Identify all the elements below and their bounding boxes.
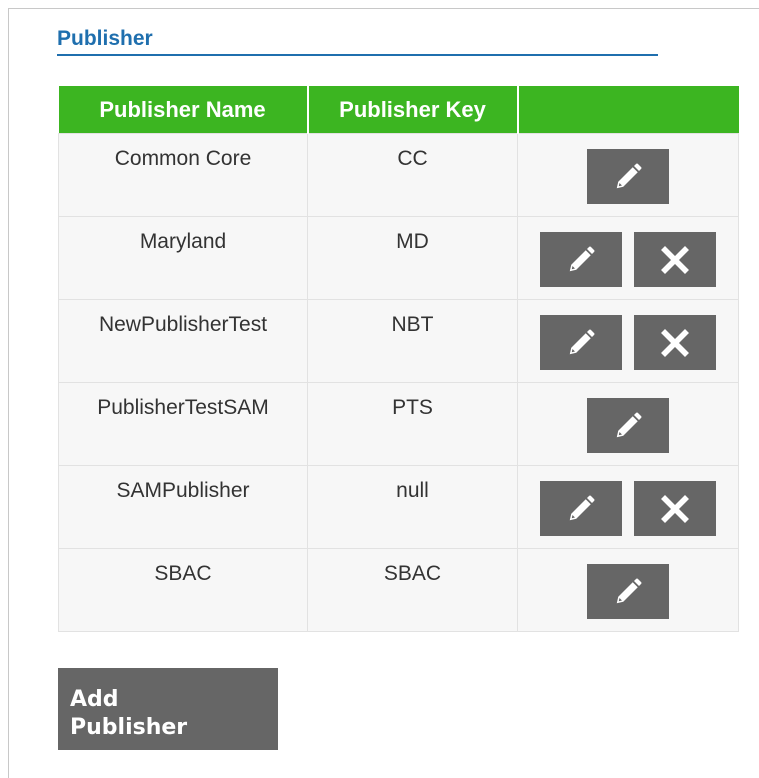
publisher-key: CC xyxy=(397,147,428,170)
table-row: SBAC SBAC xyxy=(58,548,739,632)
publisher-key: SBAC xyxy=(383,562,442,585)
publisher-name-cell: SAMPublisher xyxy=(58,465,308,549)
publisher-key-cell: SBAC xyxy=(307,548,518,632)
column-header-publisher-key: Publisher Key xyxy=(307,86,519,134)
publisher-name-cell: NewPublisherTest xyxy=(58,299,308,383)
edit-button[interactable] xyxy=(587,149,669,204)
publisher-name: Maryland xyxy=(139,230,227,253)
actions-cell xyxy=(517,133,739,217)
publisher-key: null xyxy=(396,479,429,502)
publisher-key-cell: PTS xyxy=(307,382,518,466)
actions-cell xyxy=(517,548,739,632)
table-row: Maryland MD xyxy=(58,216,739,300)
close-icon xyxy=(661,328,689,357)
column-header-publisher-name: Publisher Name xyxy=(58,86,309,134)
table-row: PublisherTestSAM PTS xyxy=(58,382,739,466)
edit-button[interactable] xyxy=(587,564,669,619)
close-icon xyxy=(661,494,689,523)
section-title: Publisher xyxy=(57,26,658,56)
column-header-actions xyxy=(517,86,739,134)
publisher-name-cell: SBAC xyxy=(58,548,308,632)
publisher-key-cell: null xyxy=(307,465,518,549)
delete-button[interactable] xyxy=(634,232,716,287)
pencil-icon xyxy=(616,412,642,437)
actions-cell xyxy=(517,299,739,383)
pencil-icon xyxy=(569,246,595,271)
publisher-name: SBAC xyxy=(154,562,212,585)
delete-button[interactable] xyxy=(634,481,716,536)
actions-cell xyxy=(517,382,739,466)
publisher-name: Common Core xyxy=(114,147,252,170)
close-icon xyxy=(661,245,689,274)
edit-button[interactable] xyxy=(540,232,622,287)
pencil-icon xyxy=(616,163,642,188)
table-row: SAMPublisher null xyxy=(58,465,739,549)
edit-button[interactable] xyxy=(587,398,669,453)
publisher-key: PTS xyxy=(392,396,433,419)
publisher-key-cell: MD xyxy=(307,216,518,300)
publisher-table: Publisher Name Publisher Key Common Core… xyxy=(58,86,739,632)
publisher-name: NewPublisherTest xyxy=(98,313,268,336)
publisher-key: MD xyxy=(396,230,429,253)
pencil-icon xyxy=(569,329,595,354)
actions-cell xyxy=(517,216,739,300)
add-publisher-label-line1: Add xyxy=(70,687,119,712)
edit-button[interactable] xyxy=(540,315,622,370)
edit-button[interactable] xyxy=(540,481,622,536)
actions-cell xyxy=(517,465,739,549)
table-row: Common Core CC xyxy=(58,133,739,217)
add-publisher-label-line2: Publisher xyxy=(70,715,188,740)
publisher-name-cell: Common Core xyxy=(58,133,308,217)
pencil-icon xyxy=(569,495,595,520)
add-publisher-button[interactable]: Add Publisher xyxy=(58,668,278,750)
publisher-name-cell: PublisherTestSAM xyxy=(58,382,308,466)
pencil-icon xyxy=(616,578,642,603)
publisher-key-cell: CC xyxy=(307,133,518,217)
table-row: NewPublisherTest NBT xyxy=(58,299,739,383)
delete-button[interactable] xyxy=(634,315,716,370)
table-header-row: Publisher Name Publisher Key xyxy=(58,86,739,134)
publisher-name: PublisherTestSAM xyxy=(97,396,269,419)
publisher-name-cell: Maryland xyxy=(58,216,308,300)
publisher-key-cell: NBT xyxy=(307,299,518,383)
publisher-key: NBT xyxy=(391,313,434,336)
publisher-name: SAMPublisher xyxy=(116,479,250,502)
